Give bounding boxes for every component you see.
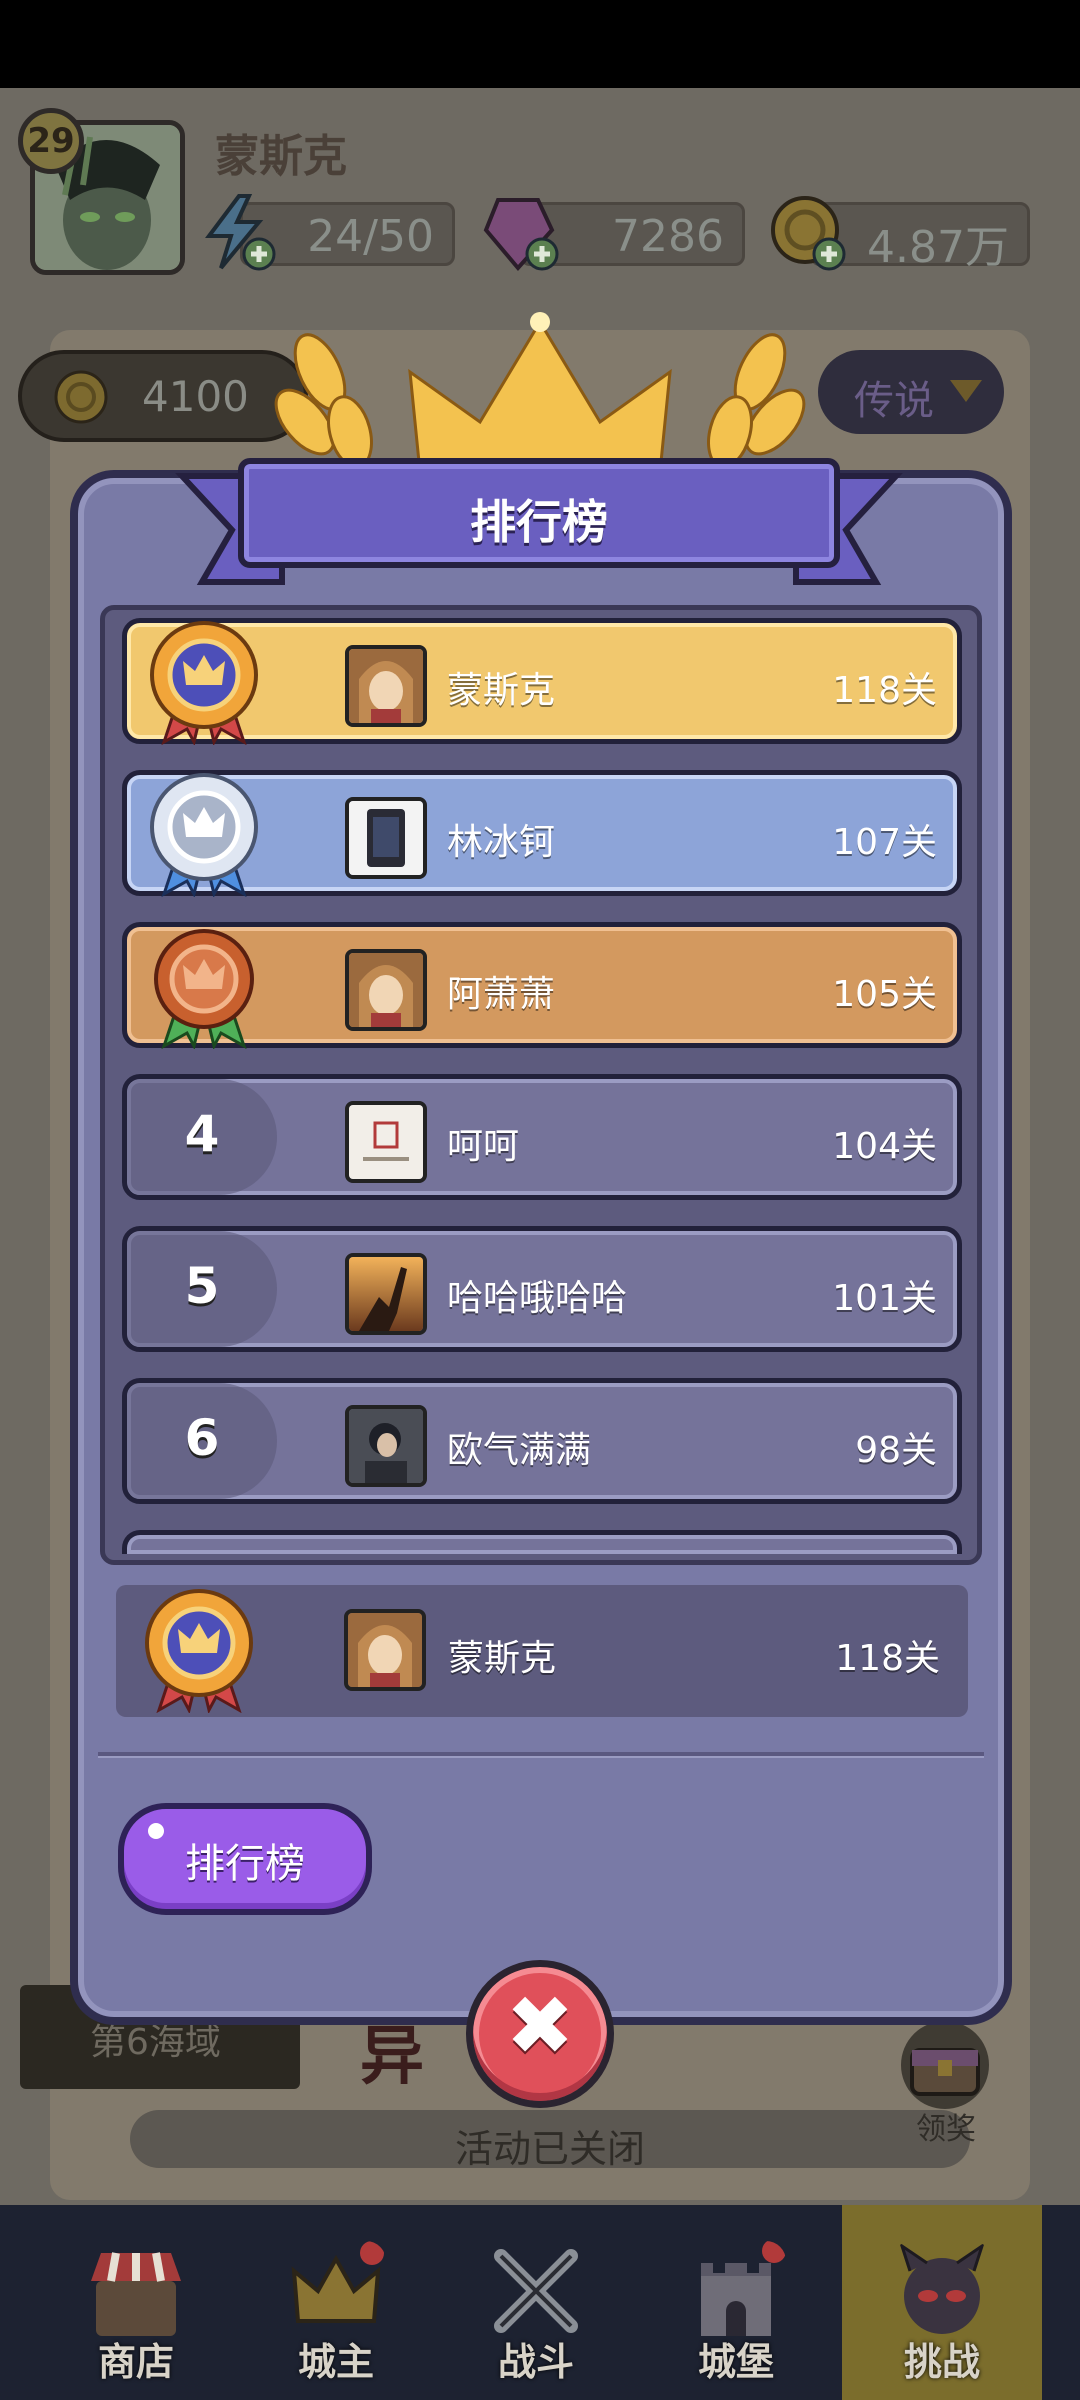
rank-number: 4 bbox=[184, 1105, 220, 1163]
level-badge: 29 bbox=[18, 108, 84, 174]
close-icon: ✖ bbox=[505, 1979, 575, 2074]
treasure-chest-icon bbox=[901, 2021, 989, 2109]
gem-plus-icon[interactable] bbox=[478, 190, 562, 274]
silver-medal-icon bbox=[150, 773, 258, 897]
my-avatar bbox=[344, 1609, 426, 1691]
nav-shop[interactable]: 商店 bbox=[36, 2205, 236, 2400]
event-status-bar: 活动已关闭 bbox=[130, 2110, 970, 2171]
nav-shop-label: 商店 bbox=[97, 2340, 174, 2384]
nav-castle-label: 城堡 bbox=[697, 2340, 774, 2384]
modal-title: 排行榜 bbox=[470, 495, 608, 549]
difficulty-dropdown[interactable]: 传说 bbox=[818, 350, 1004, 434]
leaderboard-row-4[interactable]: 4 呵呵 104关 bbox=[122, 1074, 962, 1200]
bronze-medal-icon bbox=[154, 929, 254, 1049]
row-avatar bbox=[345, 1405, 427, 1487]
row-avatar bbox=[345, 797, 427, 879]
my-score: 118关 bbox=[835, 1638, 940, 1679]
demon-icon bbox=[899, 2242, 985, 2334]
nav-battle[interactable]: 战斗 bbox=[436, 2205, 636, 2400]
nav-challenge[interactable]: 挑战 bbox=[842, 2205, 1042, 2400]
leaderboard-row-5[interactable]: 5 哈哈哦哈哈 101关 bbox=[122, 1226, 962, 1352]
row-score: 104关 bbox=[832, 1126, 937, 1167]
row-avatar bbox=[345, 1101, 427, 1183]
row-name: 欧气满满 bbox=[447, 1430, 592, 1471]
nav-battle-label: 战斗 bbox=[497, 2340, 574, 2384]
status-bar bbox=[0, 0, 1080, 88]
my-rank-row: 蒙斯克 118关 bbox=[116, 1585, 968, 1717]
row-avatar bbox=[345, 1253, 427, 1335]
coin-icon bbox=[54, 370, 108, 424]
leaderboard-row-partial bbox=[122, 1530, 962, 1554]
difficulty-label: 传说 bbox=[854, 378, 934, 424]
row-score: 118关 bbox=[832, 670, 937, 711]
close-button[interactable]: ✖ bbox=[466, 1960, 614, 2108]
row-score: 105关 bbox=[832, 974, 937, 1015]
row-name: 蒙斯克 bbox=[447, 670, 556, 711]
reward-label: 领奖 bbox=[916, 2112, 976, 2147]
leaderboard-row-3[interactable]: 阿萧萧 105关 bbox=[122, 922, 962, 1049]
row-score: 101关 bbox=[832, 1278, 937, 1319]
energy-value: 24/50 bbox=[307, 211, 434, 262]
nav-lord-label: 城主 bbox=[297, 2340, 374, 2384]
row-score: 107关 bbox=[832, 822, 937, 863]
divider bbox=[98, 1752, 984, 1758]
rank-number: 6 bbox=[184, 1409, 220, 1467]
leaderboard-row-6[interactable]: 6 欧气满满 98关 bbox=[122, 1378, 962, 1504]
crown-laurel-icon bbox=[274, 312, 806, 474]
modal-title-banner: 排行榜 bbox=[238, 458, 840, 568]
gems-value: 7286 bbox=[612, 211, 724, 262]
leaderboard-row-2[interactable]: 林冰钶 107关 bbox=[122, 770, 962, 897]
row-name: 呵呵 bbox=[447, 1126, 520, 1167]
shop-icon bbox=[91, 2252, 181, 2336]
row-avatar bbox=[345, 645, 427, 727]
coins-value: 4.87万 bbox=[867, 222, 1009, 273]
crown-icon bbox=[291, 2241, 384, 2323]
reward-button[interactable]: 领奖 bbox=[890, 2020, 1000, 2147]
row-score: 98关 bbox=[855, 1430, 937, 1471]
gold-medal-icon bbox=[150, 621, 258, 745]
row-name: 哈哈哦哈哈 bbox=[447, 1278, 628, 1319]
energy-plus-icon[interactable] bbox=[195, 190, 279, 274]
nav-challenge-label: 挑战 bbox=[903, 2340, 980, 2384]
row-name: 阿萧萧 bbox=[447, 974, 556, 1015]
nav-lord[interactable]: 城主 bbox=[236, 2205, 436, 2400]
swords-icon bbox=[494, 2249, 578, 2333]
castle-icon bbox=[701, 2241, 786, 2336]
coin-plus-icon[interactable] bbox=[765, 190, 849, 274]
leaderboard-button-label: 排行榜 bbox=[185, 1841, 305, 1887]
nav-castle[interactable]: 城堡 bbox=[636, 2205, 836, 2400]
rank-number: 5 bbox=[184, 1257, 220, 1315]
leaderboard-row-1[interactable]: 蒙斯克 118关 bbox=[122, 618, 962, 745]
row-name: 林冰钶 bbox=[447, 822, 556, 863]
leaderboard-button[interactable]: 排行榜 bbox=[118, 1803, 372, 1915]
row-avatar bbox=[345, 949, 427, 1031]
chevron-down-icon bbox=[950, 380, 982, 402]
background-coins-value: 4100 bbox=[142, 372, 249, 421]
event-status: 活动已关闭 bbox=[454, 2127, 645, 2171]
my-name: 蒙斯克 bbox=[448, 1638, 557, 1679]
player-name: 蒙斯克 bbox=[215, 131, 347, 182]
gold-medal-icon bbox=[145, 1589, 253, 1713]
